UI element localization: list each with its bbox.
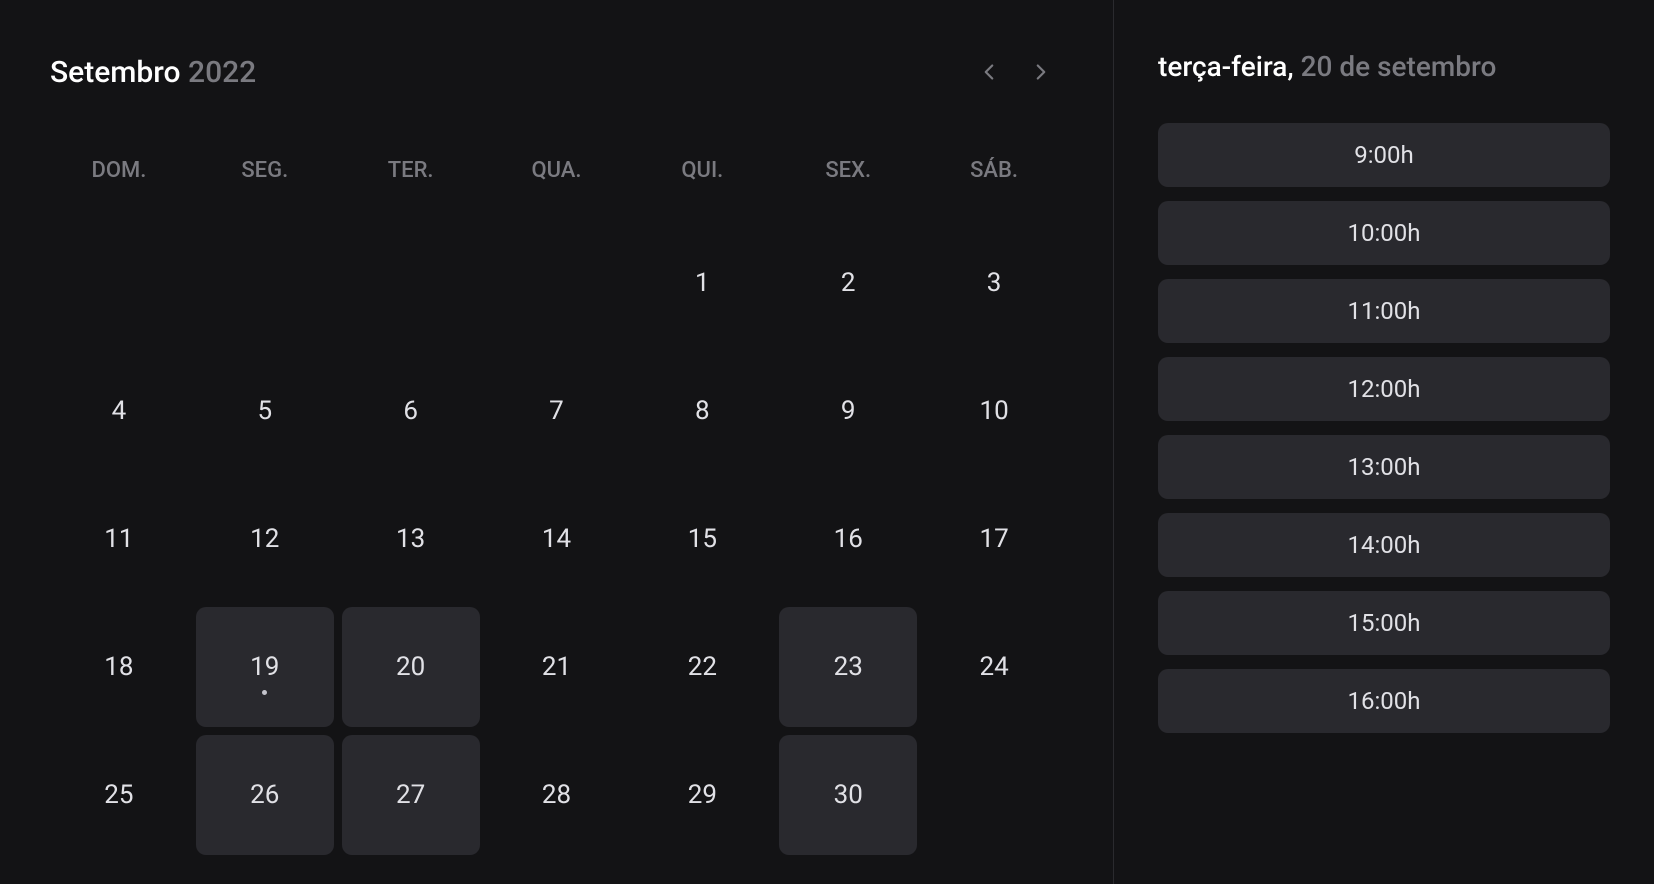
day-cell: 11 [50, 479, 188, 599]
day-number: 26 [250, 780, 279, 810]
day-cell: 1 [633, 223, 771, 343]
day-cell: 28 [488, 735, 626, 855]
day-cell: 24 [925, 607, 1063, 727]
day-number: 6 [403, 396, 418, 426]
day-number: 11 [104, 524, 133, 554]
selected-weekday-label: terça-feira, [1158, 50, 1301, 83]
day-number: 16 [834, 524, 863, 554]
time-slot[interactable]: 14:00h [1158, 513, 1610, 577]
day-number: 28 [542, 780, 571, 810]
day-number: 5 [257, 396, 272, 426]
day-number: 9 [841, 396, 856, 426]
day-number: 10 [979, 396, 1008, 426]
day-number: 1 [695, 268, 710, 298]
weekday-header: QUI. [633, 142, 771, 199]
time-slot[interactable]: 16:00h [1158, 669, 1610, 733]
weekday-row: DOM.SEG.TER.QUA.QUI.SEX.SÁB. [50, 142, 1063, 199]
day-number: 2 [841, 268, 856, 298]
day-cell: 18 [50, 607, 188, 727]
day-cell: 21 [488, 607, 626, 727]
chevron-right-icon [1028, 59, 1054, 85]
day-cell: 7 [488, 351, 626, 471]
weekday-header: TER. [342, 142, 480, 199]
day-cell: 13 [342, 479, 480, 599]
day-number: 7 [549, 396, 564, 426]
day-cell-empty [196, 223, 334, 343]
day-number: 19 [250, 652, 279, 682]
weekday-header: SEG. [196, 142, 334, 199]
weekday-header: QUA. [488, 142, 626, 199]
day-number: 13 [396, 524, 425, 554]
day-cell: 29 [633, 735, 771, 855]
day-number: 4 [112, 396, 127, 426]
day-cell: 4 [50, 351, 188, 471]
day-cell: 14 [488, 479, 626, 599]
time-header: terça-feira, 20 de setembro [1158, 50, 1610, 83]
day-number: 27 [396, 780, 425, 810]
days-grid: 1234567891011121314151617181920212223242… [50, 223, 1063, 855]
selected-date-label: 20 de setembro [1301, 50, 1497, 83]
day-cell: 8 [633, 351, 771, 471]
day-cell: 12 [196, 479, 334, 599]
weekday-header: DOM. [50, 142, 188, 199]
day-cell[interactable]: 20 [342, 607, 480, 727]
time-slot[interactable]: 11:00h [1158, 279, 1610, 343]
day-cell[interactable]: 30 [779, 735, 917, 855]
day-cell[interactable]: 23 [779, 607, 917, 727]
nav-arrows [967, 50, 1063, 94]
day-cell-empty [50, 223, 188, 343]
day-number: 14 [542, 524, 571, 554]
day-number: 25 [104, 780, 133, 810]
weekday-header: SÁB. [925, 142, 1063, 199]
day-cell[interactable]: 19 [196, 607, 334, 727]
day-cell: 9 [779, 351, 917, 471]
day-number: 24 [979, 652, 1008, 682]
time-slot[interactable]: 9:00h [1158, 123, 1610, 187]
day-cell: 15 [633, 479, 771, 599]
time-panel: terça-feira, 20 de setembro 9:00h 10:00h 1… [1114, 0, 1654, 884]
month-label: Setembro [50, 55, 181, 90]
time-slot[interactable]: 10:00h [1158, 201, 1610, 265]
day-number: 18 [104, 652, 133, 682]
day-cell: 5 [196, 351, 334, 471]
day-number: 21 [542, 652, 571, 682]
day-cell-empty [488, 223, 626, 343]
month-year-title: Setembro 2022 [50, 55, 256, 90]
day-cell: 3 [925, 223, 1063, 343]
chevron-left-icon [976, 59, 1002, 85]
day-number: 15 [688, 524, 717, 554]
day-number: 3 [987, 268, 1002, 298]
calendar-header: Setembro 2022 [50, 50, 1063, 94]
day-cell[interactable]: 27 [342, 735, 480, 855]
day-number: 29 [688, 780, 717, 810]
calendar-panel: Setembro 2022 DOM.SEG.TER.QUA.QUI.SEX.SÁ… [0, 0, 1114, 884]
day-number: 12 [250, 524, 279, 554]
day-number: 20 [396, 652, 425, 682]
time-list: 9:00h 10:00h 11:00h 12:00h 13:00h 14:00h 15:00… [1158, 123, 1610, 733]
day-number: 8 [695, 396, 710, 426]
next-month-button[interactable] [1019, 50, 1063, 94]
day-cell: 2 [779, 223, 917, 343]
day-number: 30 [834, 780, 863, 810]
today-indicator-dot [262, 690, 267, 695]
day-cell: 16 [779, 479, 917, 599]
day-cell: 6 [342, 351, 480, 471]
time-slot[interactable]: 13:00h [1158, 435, 1610, 499]
day-cell: 25 [50, 735, 188, 855]
day-cell-empty [342, 223, 480, 343]
day-cell: 10 [925, 351, 1063, 471]
day-number: 23 [834, 652, 863, 682]
day-cell: 22 [633, 607, 771, 727]
day-number: 17 [979, 524, 1008, 554]
prev-month-button[interactable] [967, 50, 1011, 94]
year-label: 2022 [188, 55, 256, 90]
time-slot[interactable]: 12:00h [1158, 357, 1610, 421]
day-number: 22 [688, 652, 717, 682]
day-cell[interactable]: 26 [196, 735, 334, 855]
day-cell: 17 [925, 479, 1063, 599]
time-slot[interactable]: 15:00h [1158, 591, 1610, 655]
weekday-header: SEX. [779, 142, 917, 199]
